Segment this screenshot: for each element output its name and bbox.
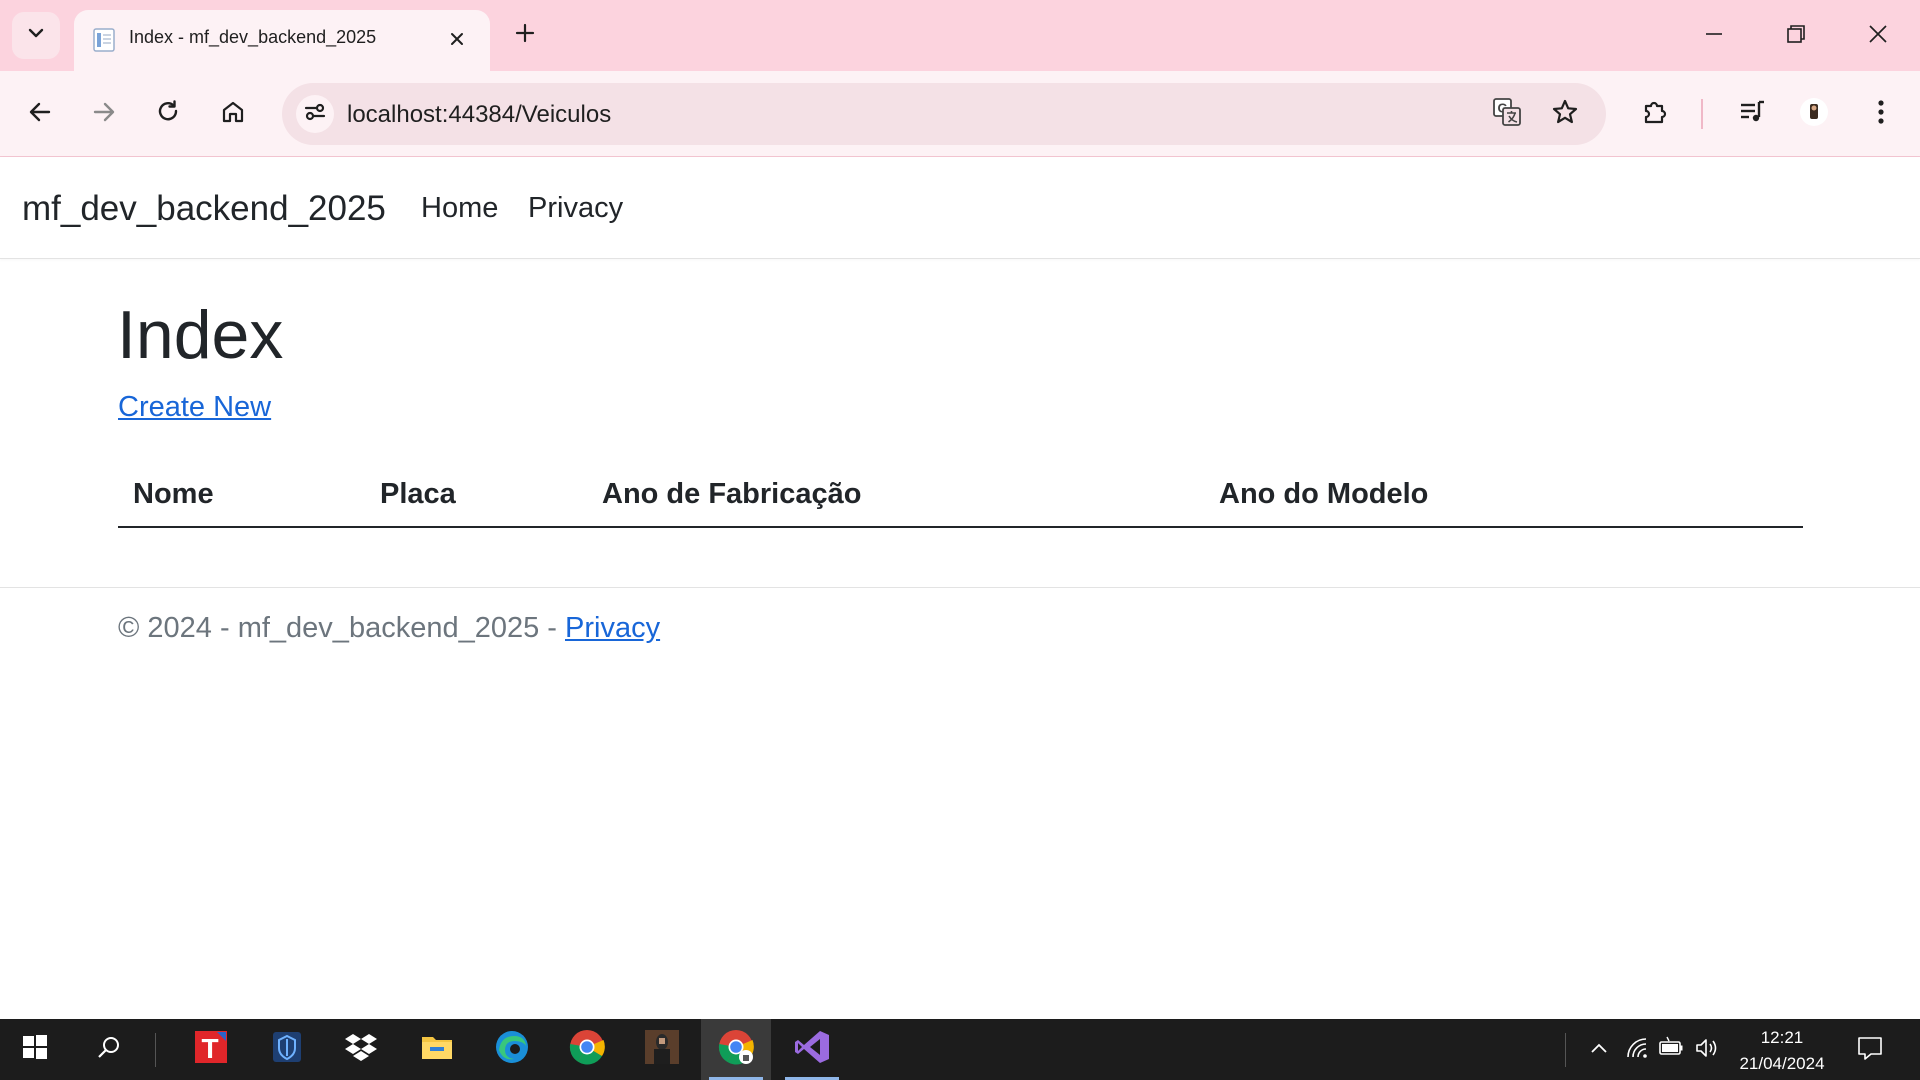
taskbar-app-chrome-active[interactable] — [701, 1019, 771, 1080]
windows-taskbar: T 12:21 21/04/2024 — [0, 1019, 1920, 1080]
tab-search-button[interactable] — [12, 12, 60, 59]
battery-button[interactable] — [1658, 1036, 1684, 1065]
forward-button[interactable] — [82, 92, 126, 136]
home-icon — [220, 99, 246, 130]
taskbar-app-shield[interactable] — [252, 1019, 322, 1080]
tab-title: Index - mf_dev_backend_2025 — [129, 27, 377, 47]
avatar — [1799, 97, 1829, 132]
star-icon — [1551, 98, 1579, 131]
address-bar[interactable]: localhost:44384/Veiculos G — [282, 83, 1606, 145]
reload-button[interactable] — [146, 92, 190, 136]
tune-icon — [303, 100, 327, 129]
t-app-icon: T — [193, 1029, 229, 1070]
start-icon — [22, 1034, 48, 1065]
restore-icon — [1786, 24, 1806, 49]
site-brand-link[interactable]: mf_dev_backend_2025 — [22, 189, 386, 229]
svg-text:T: T — [201, 1033, 218, 1064]
column-header-nome: Nome — [118, 463, 365, 528]
close-window-button[interactable] — [1853, 12, 1903, 60]
media-controls-button[interactable] — [1730, 92, 1774, 136]
tab-close-icon[interactable] — [444, 26, 470, 52]
arrow-right-icon — [91, 99, 117, 130]
nav-link-home[interactable]: Home — [421, 192, 498, 225]
toolbar-divider — [1701, 99, 1703, 129]
browser-toolbar: localhost:44384/Veiculos G — [0, 71, 1920, 157]
site-navbar: mf_dev_backend_2025 Home Privacy — [0, 157, 1920, 259]
clock-date: 21/04/2024 — [1739, 1054, 1825, 1073]
chevron-down-icon — [27, 24, 45, 47]
network-button[interactable] — [1624, 1037, 1650, 1063]
reload-icon — [155, 99, 181, 130]
tray-divider — [1565, 1033, 1566, 1067]
person-app-icon — [644, 1029, 680, 1070]
taskbar-app-file-explorer[interactable] — [402, 1019, 472, 1080]
clock-time: 12:21 — [1760, 1028, 1804, 1047]
chrome-icon — [568, 1028, 606, 1071]
table-header-row: Nome Placa Ano de Fabricação Ano do Mode… — [118, 463, 1803, 528]
page-favicon-icon — [90, 26, 118, 54]
web-page: mf_dev_backend_2025 Home Privacy Index C… — [0, 157, 1920, 1019]
extensions-button[interactable] — [1633, 92, 1677, 136]
arrow-left-icon — [27, 99, 53, 130]
taskbar-app-edge[interactable] — [477, 1019, 547, 1080]
battery-icon — [1658, 1036, 1684, 1065]
wifi-icon — [1625, 1036, 1649, 1065]
veiculos-table: Nome Placa Ano de Fabricação Ano do Mode… — [118, 463, 1803, 528]
footer-text: © 2024 - mf_dev_backend_2025 - Privacy — [118, 612, 660, 645]
taskbar-search-button[interactable] — [74, 1019, 144, 1080]
browser-menu-button[interactable] — [1859, 92, 1903, 136]
chevron-up-icon — [1588, 1037, 1610, 1064]
speaker-icon — [1694, 1036, 1720, 1065]
browser-tabstrip: Index - mf_dev_backend_2025 — [0, 0, 1920, 71]
minimize-button[interactable] — [1689, 12, 1739, 60]
footer-copyright: © 2024 - mf_dev_backend_2025 - — [118, 612, 565, 644]
puzzle-icon — [1640, 97, 1670, 132]
shield-app-icon — [269, 1029, 305, 1070]
notification-icon — [1857, 1035, 1883, 1066]
new-tab-button[interactable] — [508, 18, 542, 52]
dropbox-icon — [343, 1029, 379, 1070]
taskbar-app-t[interactable]: T — [176, 1019, 246, 1080]
back-button[interactable] — [18, 92, 62, 136]
queue-music-icon — [1737, 97, 1767, 132]
chrome-active-icon — [717, 1028, 755, 1071]
start-button[interactable] — [0, 1019, 70, 1080]
close-icon — [1868, 24, 1888, 49]
translate-icon: G — [1491, 96, 1523, 133]
taskbar-clock[interactable]: 12:21 21/04/2024 — [1732, 1025, 1832, 1077]
create-new-link[interactable]: Create New — [118, 391, 271, 424]
home-button[interactable] — [211, 92, 255, 136]
column-header-ano-fabricacao: Ano de Fabricação — [587, 463, 1204, 528]
page-title: Index — [117, 297, 284, 373]
visual-studio-icon — [793, 1028, 831, 1071]
taskbar-app-person[interactable] — [627, 1019, 697, 1080]
notifications-button[interactable] — [1857, 1035, 1883, 1066]
profile-button[interactable] — [1792, 92, 1836, 136]
browser-tab-active[interactable]: Index - mf_dev_backend_2025 — [74, 10, 490, 71]
footer-privacy-link[interactable]: Privacy — [565, 612, 660, 644]
column-header-ano-modelo: Ano do Modelo — [1204, 463, 1803, 528]
tray-overflow-button[interactable] — [1586, 1037, 1612, 1063]
plus-icon — [514, 22, 536, 49]
nav-link-privacy[interactable]: Privacy — [528, 192, 623, 225]
column-header-placa: Placa — [365, 463, 587, 528]
taskbar-app-visual-studio[interactable] — [777, 1019, 847, 1080]
more-vert-icon — [1869, 98, 1893, 131]
volume-button[interactable] — [1694, 1037, 1720, 1063]
restore-button[interactable] — [1771, 12, 1821, 60]
edge-icon — [493, 1028, 531, 1071]
site-info-button[interactable] — [296, 95, 334, 133]
taskbar-app-chrome[interactable] — [552, 1019, 622, 1080]
site-footer: © 2024 - mf_dev_backend_2025 - Privacy — [0, 587, 1920, 667]
file-explorer-icon — [419, 1029, 455, 1070]
minimize-icon — [1704, 24, 1724, 49]
taskbar-app-dropbox[interactable] — [326, 1019, 396, 1080]
taskbar-divider — [155, 1033, 156, 1067]
translate-button[interactable]: G — [1488, 95, 1526, 133]
search-icon — [96, 1034, 122, 1065]
url-text[interactable]: localhost:44384/Veiculos — [347, 101, 611, 129]
bookmark-button[interactable] — [1546, 95, 1584, 133]
